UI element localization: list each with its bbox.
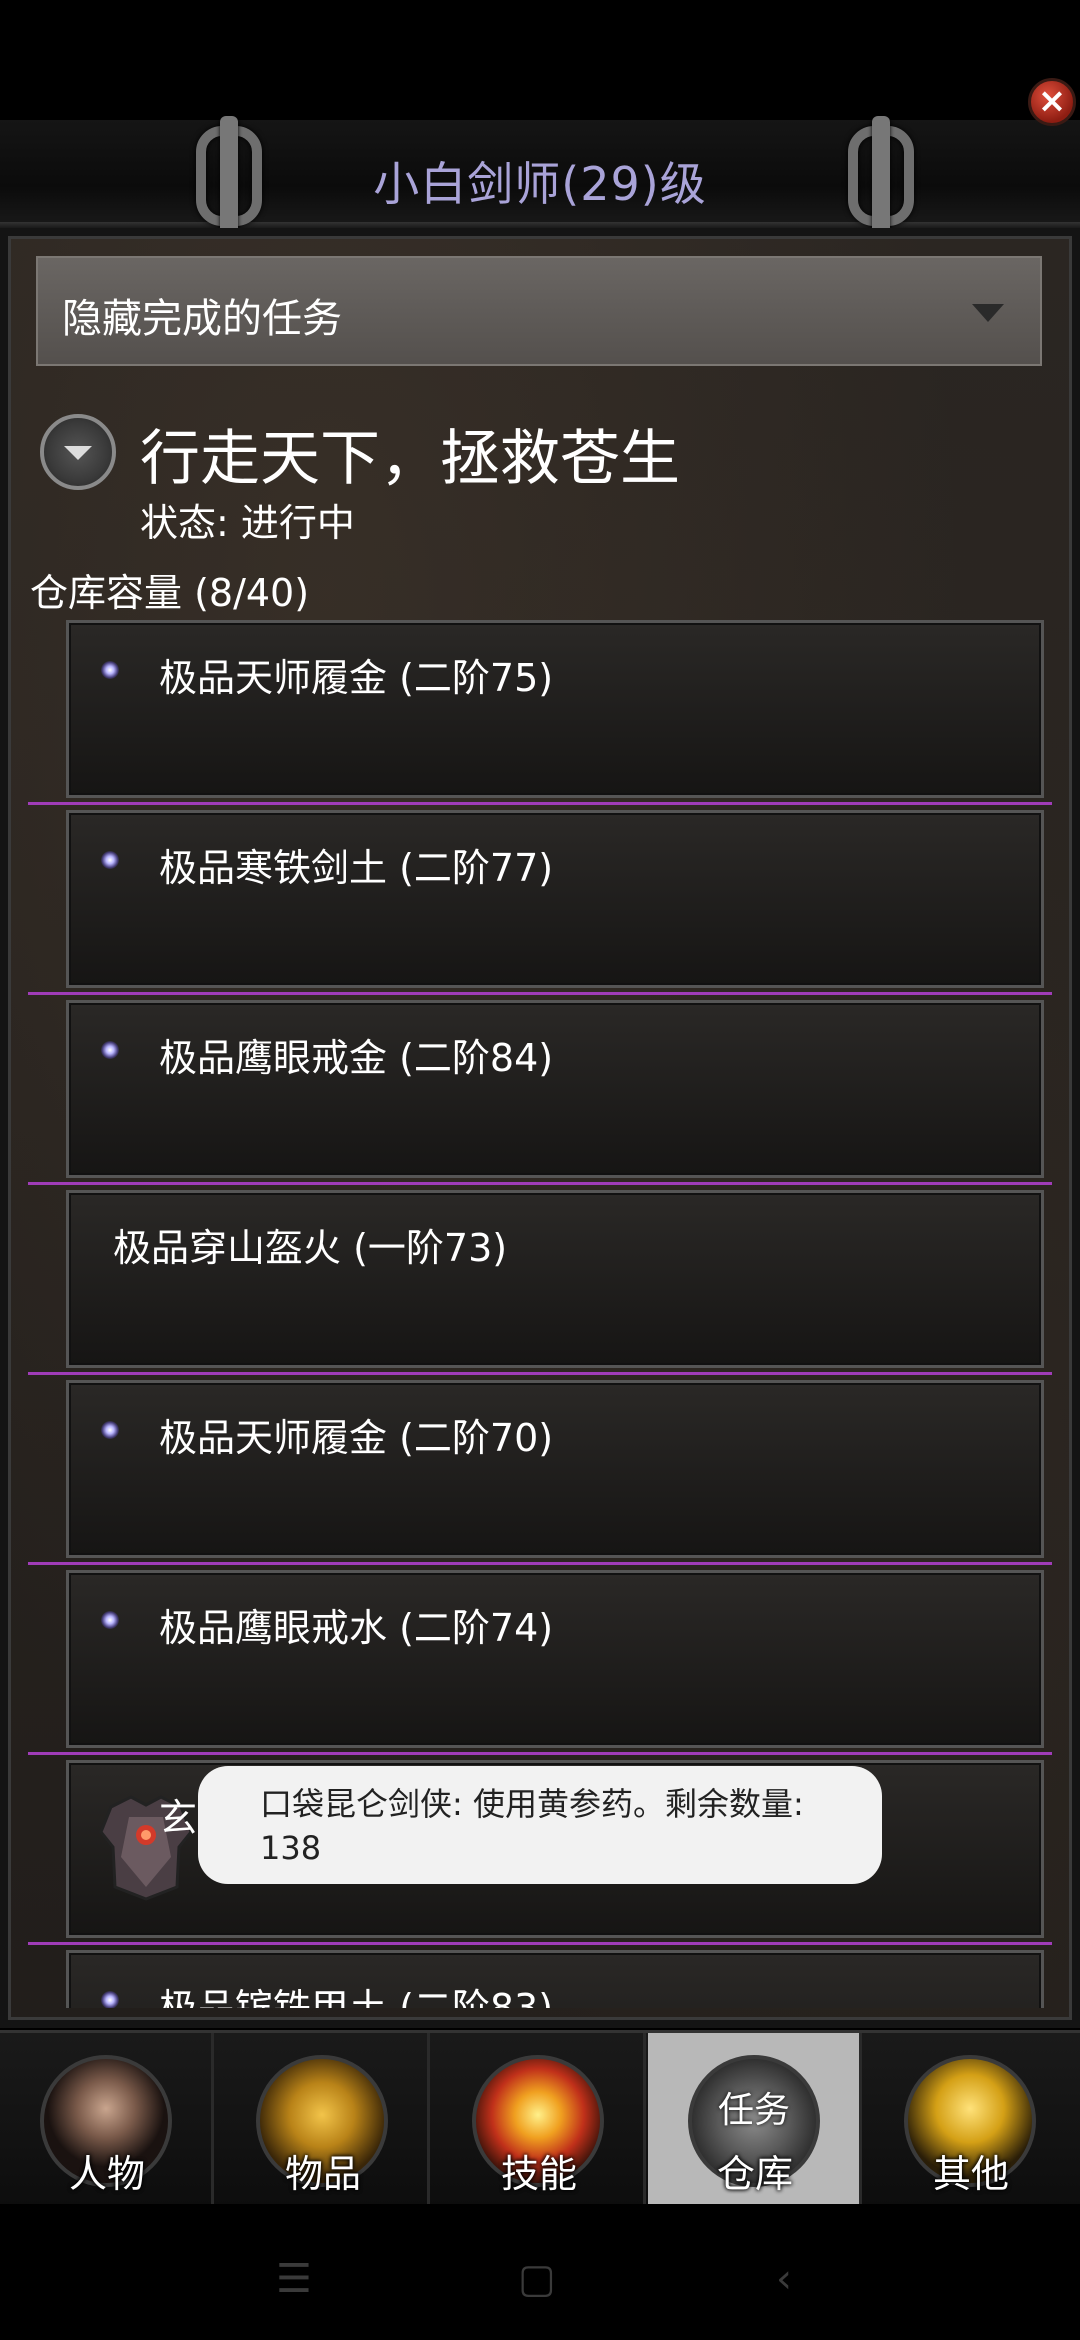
quest-collapse-toggle[interactable] (40, 414, 116, 490)
tab-badge: 任务 (717, 2090, 790, 2131)
item-label: 极品镔铁甲土 (二阶83) (159, 1986, 554, 2008)
tab-other[interactable]: 其他 (864, 2033, 1080, 2207)
item-label: 极品天师履金 (二阶70) (159, 1416, 554, 1460)
system-nav-bar: ☰ ▢ ‹ (0, 2204, 1080, 2340)
item-label: 极品寒铁剑土 (二阶77) (159, 846, 554, 890)
list-item[interactable]: 极品天师履金 (二阶75) (66, 620, 1044, 798)
list-item[interactable]: 极品鹰眼戒水 (二阶74) (66, 1570, 1044, 1748)
character-title: 小白剑师(29)级 (373, 157, 707, 211)
list-item[interactable]: 极品穿山盔火 (一阶73) (66, 1190, 1044, 1368)
home-icon[interactable]: ▢ (518, 2256, 556, 2302)
quest-title: 行走天下，拯救苍生 (140, 424, 680, 494)
tab-label: 技能 (500, 2152, 577, 2196)
star-sparkle-icon (101, 1611, 119, 1629)
star-sparkle-icon (101, 1421, 119, 1439)
tab-label: 物品 (284, 2152, 361, 2196)
divider (28, 1942, 1052, 1945)
chevron-down-icon (972, 304, 1004, 322)
quest-status: 状态: 进行中 (140, 501, 355, 545)
divider (28, 1182, 1052, 1185)
divider (28, 1752, 1052, 1755)
quest-filter-label: 隐藏完成的任务 (62, 296, 342, 342)
bottom-tab-bar: 人物 物品 技能 任务 仓库 其他 (0, 2030, 1080, 2207)
item-label: 极品鹰眼戒金 (二阶84) (159, 1036, 554, 1080)
item-label: 极品鹰眼戒水 (二阶74) (159, 1606, 554, 1650)
list-item[interactable]: 极品寒铁剑土 (二阶77) (66, 810, 1044, 988)
toast-notification: 口袋昆仑剑侠: 使用黄参药。剩余数量: 138 (198, 1766, 882, 1884)
tab-label: 人物 (68, 2152, 145, 2196)
divider (28, 1372, 1052, 1375)
item-label: 极品穿山盔火 (一阶73) (113, 1226, 508, 1270)
toast-message: 口袋昆仑剑侠: 使用黄参药。剩余数量: 138 (260, 1785, 804, 1867)
back-icon[interactable]: ‹ (776, 2256, 792, 2302)
list-item[interactable]: 极品鹰眼戒金 (二阶84) (66, 1000, 1044, 1178)
tab-label: 仓库 (716, 2152, 793, 2196)
storage-capacity: 仓库容量 (8/40) (30, 571, 310, 615)
quest-filter-dropdown[interactable]: 隐藏完成的任务 (36, 256, 1042, 366)
list-item[interactable]: 极品镔铁甲土 (二阶83) (66, 1950, 1044, 2008)
item-label: 极品天师履金 (二阶75) (159, 656, 554, 700)
divider (28, 992, 1052, 995)
menu-icon[interactable]: ☰ (276, 2256, 312, 2302)
close-icon[interactable]: × (1028, 78, 1076, 126)
list-item[interactable]: 极品天师履金 (二阶70) (66, 1380, 1044, 1558)
divider (28, 802, 1052, 805)
tab-items[interactable]: 物品 (216, 2033, 430, 2207)
star-sparkle-icon (101, 1041, 119, 1059)
tab-label: 其他 (932, 2152, 1009, 2196)
tab-character[interactable]: 人物 (0, 2033, 214, 2207)
tab-storage[interactable]: 任务 仓库 (648, 2033, 862, 2207)
divider (28, 1562, 1052, 1565)
star-sparkle-icon (101, 661, 119, 679)
star-sparkle-icon (101, 1991, 119, 2008)
tab-skills[interactable]: 技能 (432, 2033, 646, 2207)
star-sparkle-icon (101, 851, 119, 869)
